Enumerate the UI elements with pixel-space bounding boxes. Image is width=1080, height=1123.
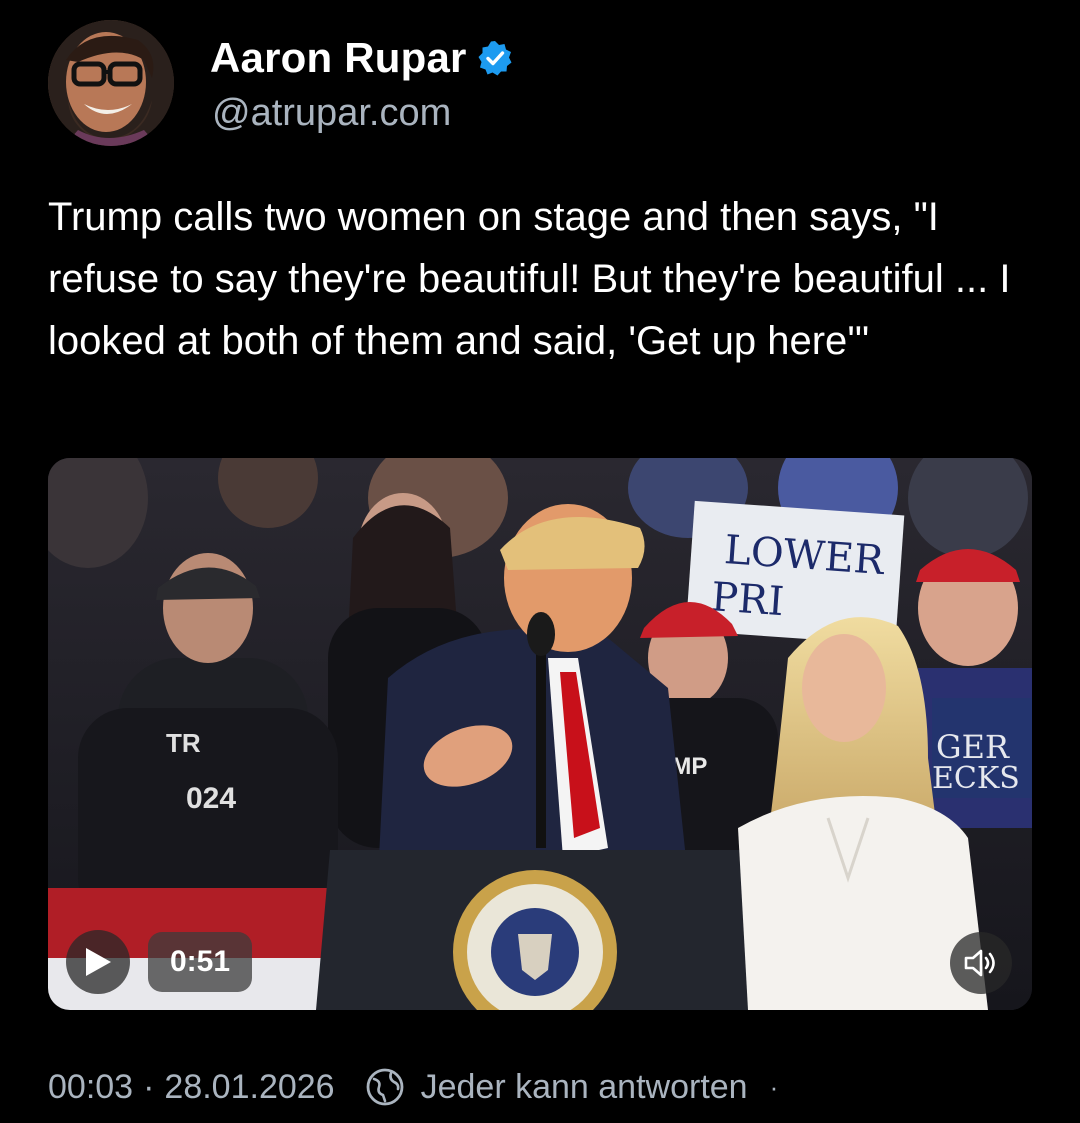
post-meta: 00:03 · 28.01.2026 Jeder kann antworten … xyxy=(48,1060,778,1114)
video-duration: 0:51 xyxy=(148,932,253,992)
verified-badge-icon xyxy=(477,40,513,76)
post-text: Trump calls two women on stage and then … xyxy=(48,195,1022,363)
avatar-image xyxy=(48,20,174,146)
author-name-row: Aaron Rupar xyxy=(210,32,513,84)
video-frame: LOWER PRI GER ECKS TRUMP TR 024 xyxy=(48,458,1032,1010)
video-player[interactable]: LOWER PRI GER ECKS TRUMP TR 024 xyxy=(48,458,1032,1010)
author-handle[interactable]: @atrupar.com xyxy=(212,92,451,135)
post: Aaron Rupar @atrupar.com Trump calls two… xyxy=(0,0,1080,1123)
shirt-text-left-2: 024 xyxy=(186,782,236,815)
post-date: 28.01.2026 xyxy=(164,1067,335,1106)
play-icon xyxy=(86,948,111,976)
play-button[interactable] xyxy=(66,930,130,994)
post-time: 00:03 xyxy=(48,1067,134,1106)
meta-separator: · xyxy=(143,1067,155,1106)
speaker-icon xyxy=(964,949,995,977)
author-display-name[interactable]: Aaron Rupar xyxy=(210,34,467,82)
shirt-text-left-1: TR xyxy=(166,728,201,758)
reply-setting[interactable]: Jeder kann antworten xyxy=(421,1068,748,1107)
side-sign-text-2: ECKS xyxy=(932,761,1020,796)
globe-icon xyxy=(365,1067,405,1107)
author-avatar[interactable] xyxy=(48,20,174,146)
meta-trailing-separator: · xyxy=(769,1071,779,1102)
sound-toggle-button[interactable] xyxy=(950,932,1012,994)
